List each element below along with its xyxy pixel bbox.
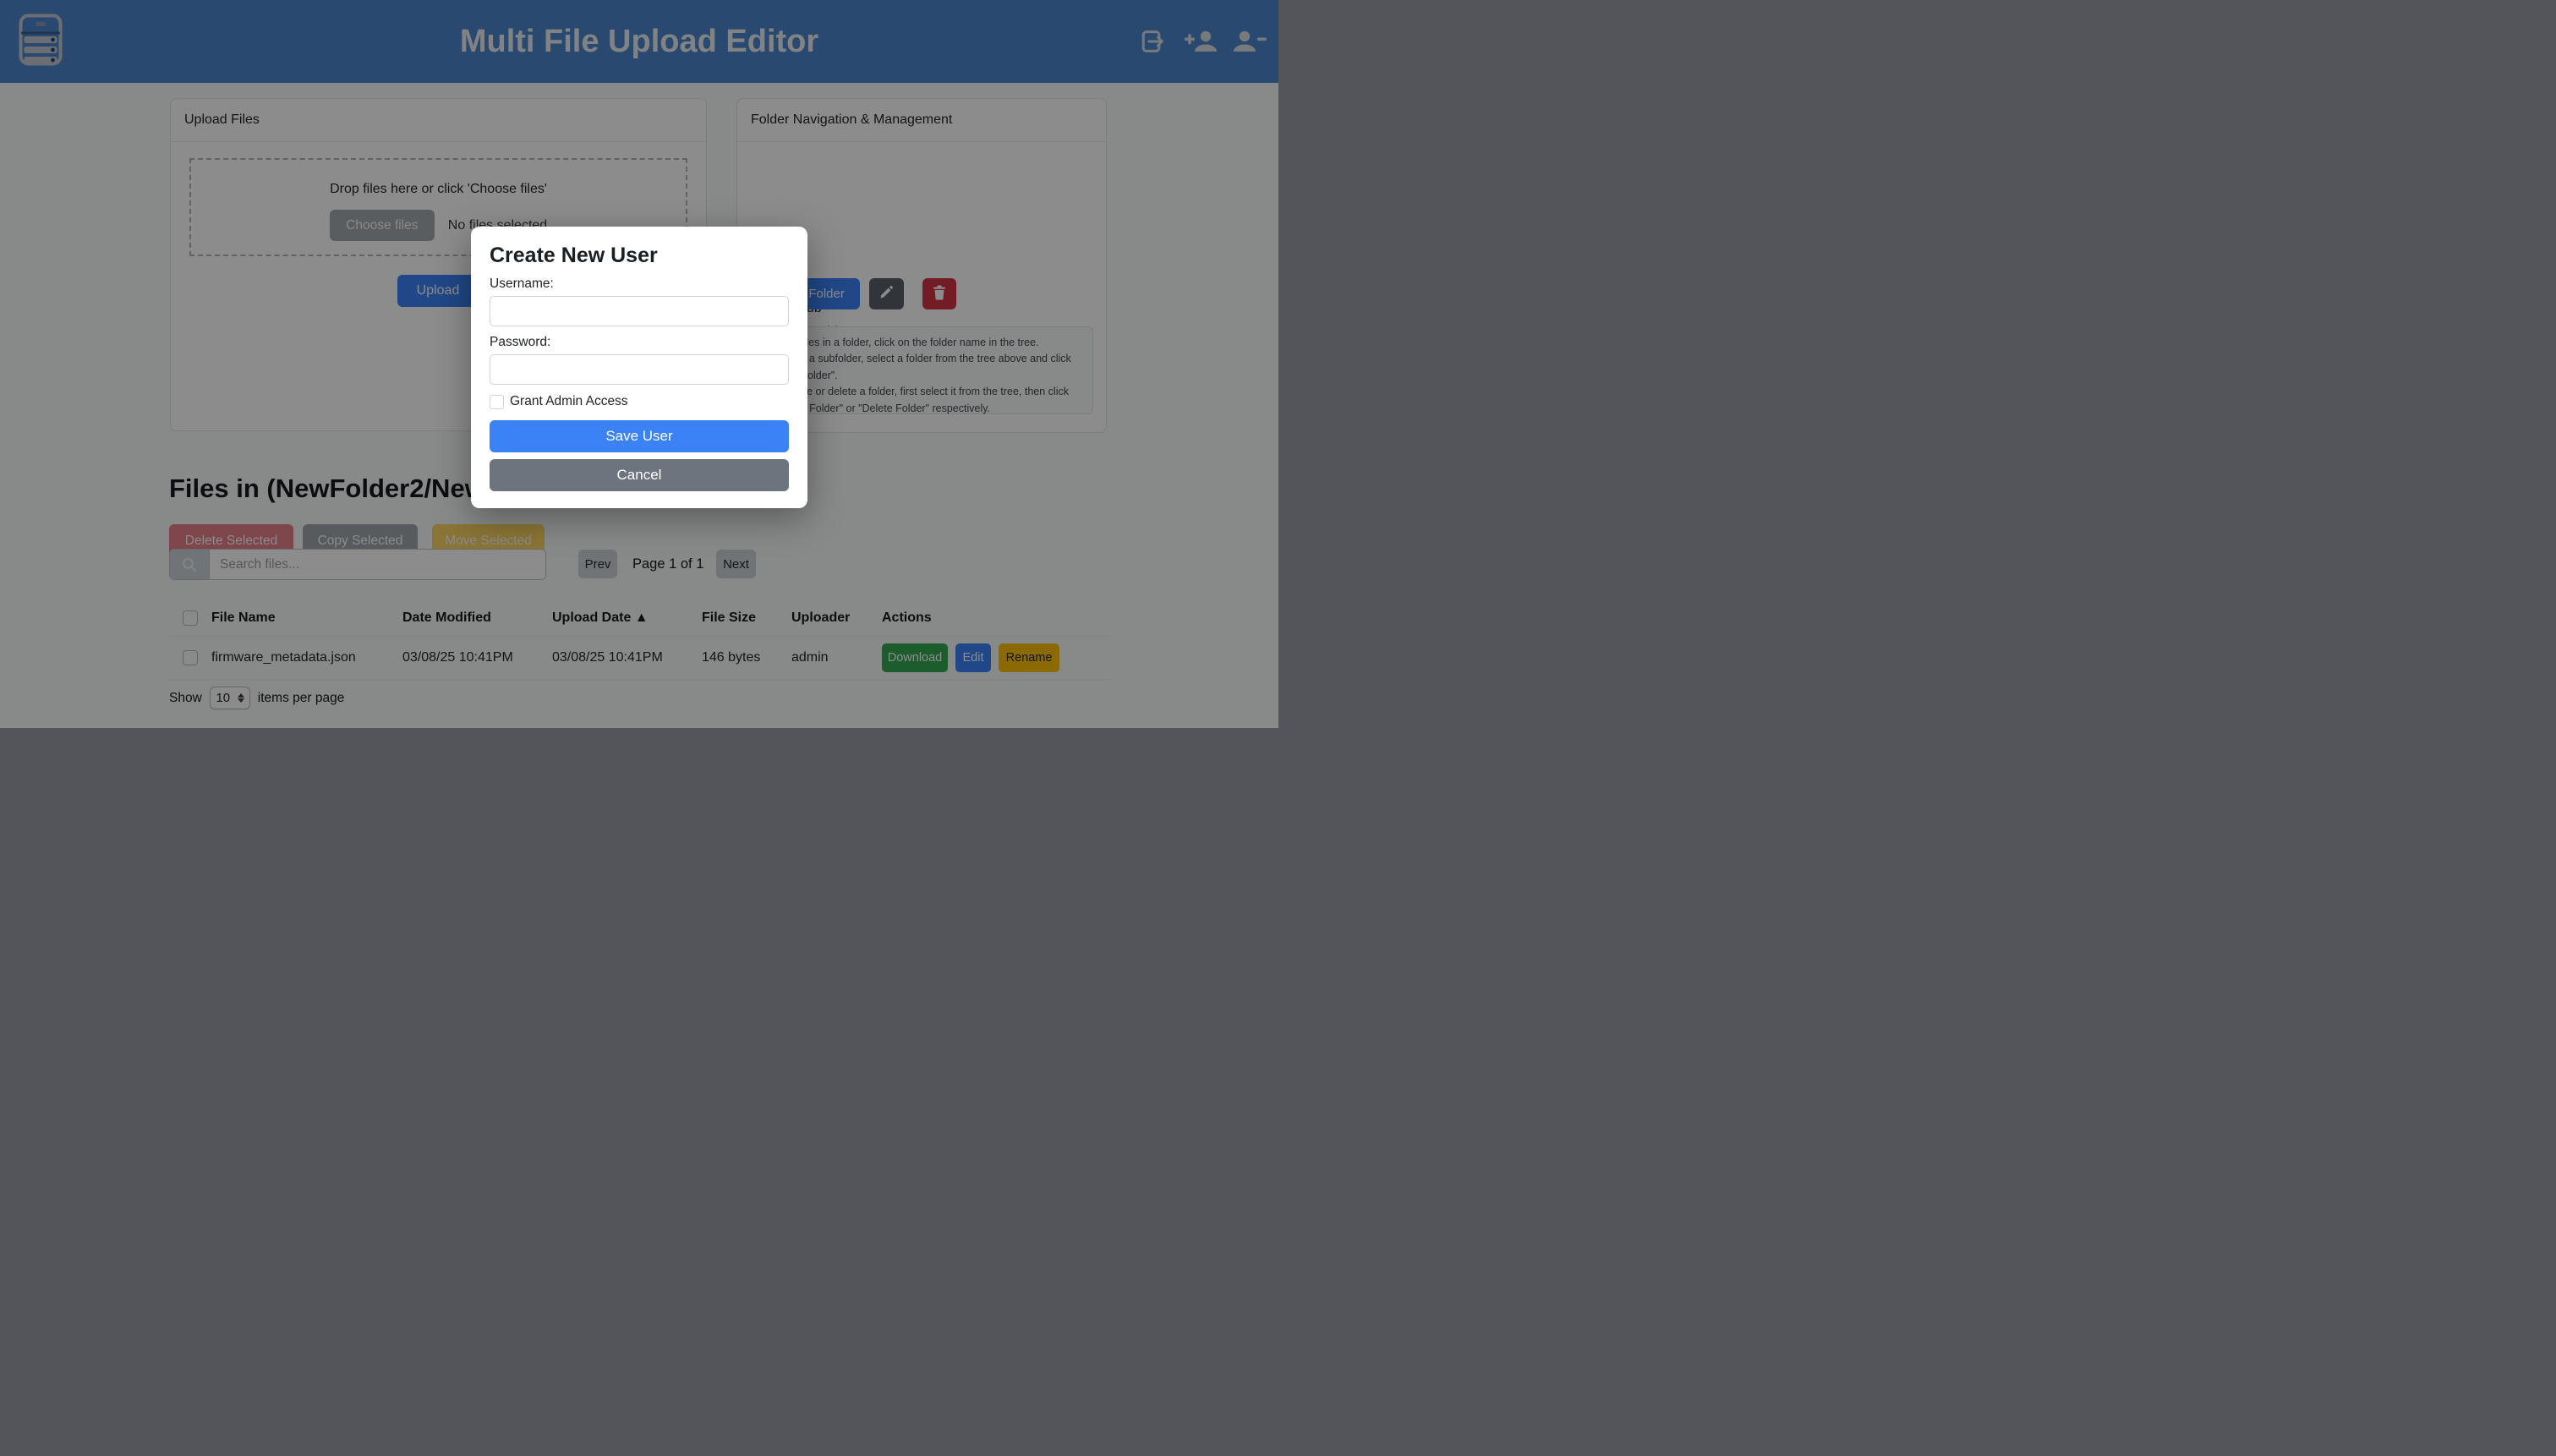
modal-title: Create New User xyxy=(490,244,789,268)
grant-admin-checkbox[interactable] xyxy=(490,395,504,409)
create-user-modal: Create New User Username: Password: Gran… xyxy=(471,227,807,508)
password-field[interactable] xyxy=(490,354,789,385)
password-label: Password: xyxy=(490,335,789,350)
cancel-button[interactable]: Cancel xyxy=(490,459,789,491)
username-label: Username: xyxy=(490,276,789,292)
grant-admin-label: Grant Admin Access xyxy=(510,394,628,409)
save-user-button[interactable]: Save User xyxy=(490,420,789,452)
app-page: Multi File Upload Editor xyxy=(0,0,1278,728)
username-field[interactable] xyxy=(490,296,789,326)
